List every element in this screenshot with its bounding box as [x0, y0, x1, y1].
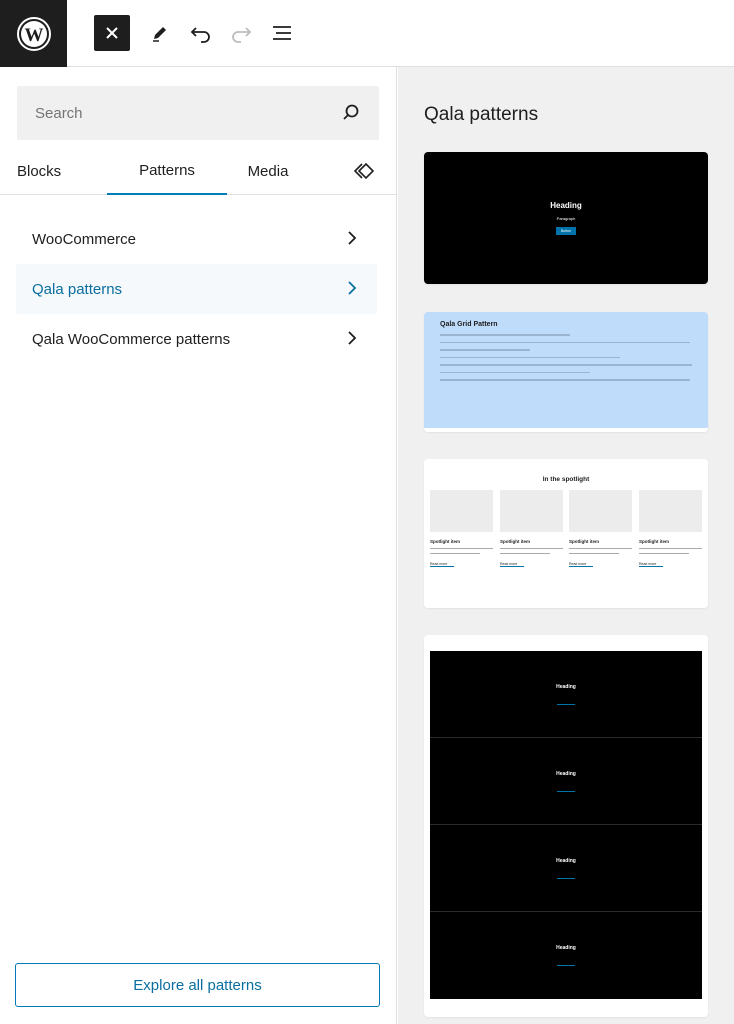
text-line: [440, 356, 620, 358]
close-icon: [106, 27, 118, 39]
inserter-sidebar: Search Blocks Patterns Media WooCommerce…: [0, 67, 397, 1024]
section-heading: Heading: [556, 857, 576, 864]
close-inserter-button[interactable]: [94, 15, 130, 51]
section-block: Heading: [430, 912, 702, 999]
spotlight-item-title: Spotlight item: [569, 539, 599, 544]
spotlight-item: Spotlight item Read more: [500, 490, 563, 567]
spotlight-item: Spotlight item Read more: [639, 490, 702, 567]
section-heading: Heading: [556, 945, 576, 951]
spotlight-link: Read more: [430, 562, 454, 567]
text-line: [440, 379, 690, 381]
spotlight-item-title: Spotlight item: [639, 539, 669, 544]
spotlight-image: [569, 490, 632, 532]
search-placeholder[interactable]: Search: [35, 105, 341, 122]
text-line: [440, 349, 530, 351]
preview-title: Qala patterns: [424, 104, 539, 125]
section-divider: [557, 877, 575, 879]
text-line: [430, 548, 493, 549]
hero-paragraph: Paragraph: [556, 216, 576, 221]
document-overview-button[interactable]: [264, 15, 300, 51]
undo-icon: [190, 27, 210, 43]
hero-button: Button: [555, 227, 577, 235]
spotlight-link: Read more: [569, 562, 593, 567]
pattern-card-stacked-headings[interactable]: Heading Heading Heading Heading: [424, 635, 708, 1017]
pattern-card-hero[interactable]: Heading Paragraph Button: [424, 152, 708, 284]
pattern-card-spotlight[interactable]: In the spotlight Spotlight item Read mor…: [424, 459, 708, 608]
pattern-category-list: WooCommerce Qala patterns Qala WooCommer…: [16, 214, 377, 364]
category-qala-patterns[interactable]: Qala patterns: [16, 264, 377, 314]
chevron-right-icon: [348, 281, 357, 295]
text-line: [569, 548, 632, 549]
tab-blocks[interactable]: Blocks: [0, 147, 80, 195]
category-label: WooCommerce: [32, 230, 136, 248]
tab-patterns[interactable]: Patterns: [107, 147, 227, 195]
text-line: [500, 553, 550, 554]
document-overview-icon: [273, 26, 291, 40]
text-line: [639, 548, 702, 549]
grid-title: Qala Grid Pattern: [440, 321, 498, 328]
explore-all-patterns-button[interactable]: Explore all patterns: [15, 963, 380, 1007]
category-woocommerce[interactable]: WooCommerce: [16, 214, 377, 264]
text-line: [500, 548, 563, 549]
grid-pattern-preview: Qala Grid Pattern: [424, 312, 708, 428]
inserter-tabs: Blocks Patterns Media: [0, 147, 396, 195]
text-line: [569, 553, 619, 554]
synced-patterns-icon: [353, 162, 375, 180]
svg-text:W: W: [24, 25, 43, 46]
pattern-card-grid[interactable]: Qala Grid Pattern: [424, 312, 708, 432]
section-block: Heading: [430, 651, 702, 738]
chevron-right-icon: [348, 231, 357, 245]
text-line: [440, 364, 692, 366]
text-line: [440, 334, 570, 336]
spotlight-item-title: Spotlight item: [500, 539, 530, 544]
category-label: Qala WooCommerce patterns: [32, 330, 231, 348]
section-heading: Heading: [556, 770, 576, 777]
pattern-preview-panel: Qala patterns Heading Paragraph Button Q…: [398, 67, 734, 1024]
spotlight-item-title: Spotlight item: [430, 539, 460, 544]
spotlight-image: [500, 490, 563, 532]
spotlight-image: [639, 490, 702, 532]
search-icon: [343, 104, 359, 120]
category-label: Qala patterns: [32, 280, 123, 298]
section-divider: [557, 790, 575, 792]
stacked-sections-preview: Heading Heading Heading Heading: [430, 651, 702, 999]
redo-icon: [232, 27, 252, 43]
hero-heading: Heading: [550, 201, 582, 210]
text-line: [430, 553, 480, 554]
tab-media[interactable]: Media: [228, 147, 308, 195]
spotlight-image: [430, 490, 493, 532]
text-line: [440, 341, 690, 343]
section-divider: [557, 965, 575, 966]
wordpress-logo-icon[interactable]: W: [0, 0, 67, 67]
pencil-icon: [153, 27, 166, 42]
spotlight-title: In the spotlight: [542, 476, 590, 483]
chevron-right-icon: [348, 331, 357, 345]
redo-button[interactable]: [223, 15, 259, 51]
undo-button[interactable]: [183, 15, 219, 51]
text-line: [639, 553, 689, 554]
section-divider: [557, 703, 575, 705]
spotlight-item: Spotlight item Read more: [430, 490, 493, 567]
search-input[interactable]: Search: [17, 86, 379, 140]
editor-header: W: [0, 0, 734, 67]
section-block: Heading: [430, 738, 702, 825]
section-heading: Heading: [556, 683, 576, 690]
tools-button[interactable]: [142, 15, 178, 51]
spotlight-link: Read more: [500, 562, 524, 567]
category-qala-woocommerce-patterns[interactable]: Qala WooCommerce patterns: [16, 314, 377, 364]
tab-synced-patterns[interactable]: [344, 147, 384, 195]
text-line: [440, 371, 590, 373]
spotlight-link: Read more: [639, 562, 663, 567]
section-block: Heading: [430, 825, 702, 912]
spotlight-item: Spotlight item Read more: [569, 490, 632, 567]
